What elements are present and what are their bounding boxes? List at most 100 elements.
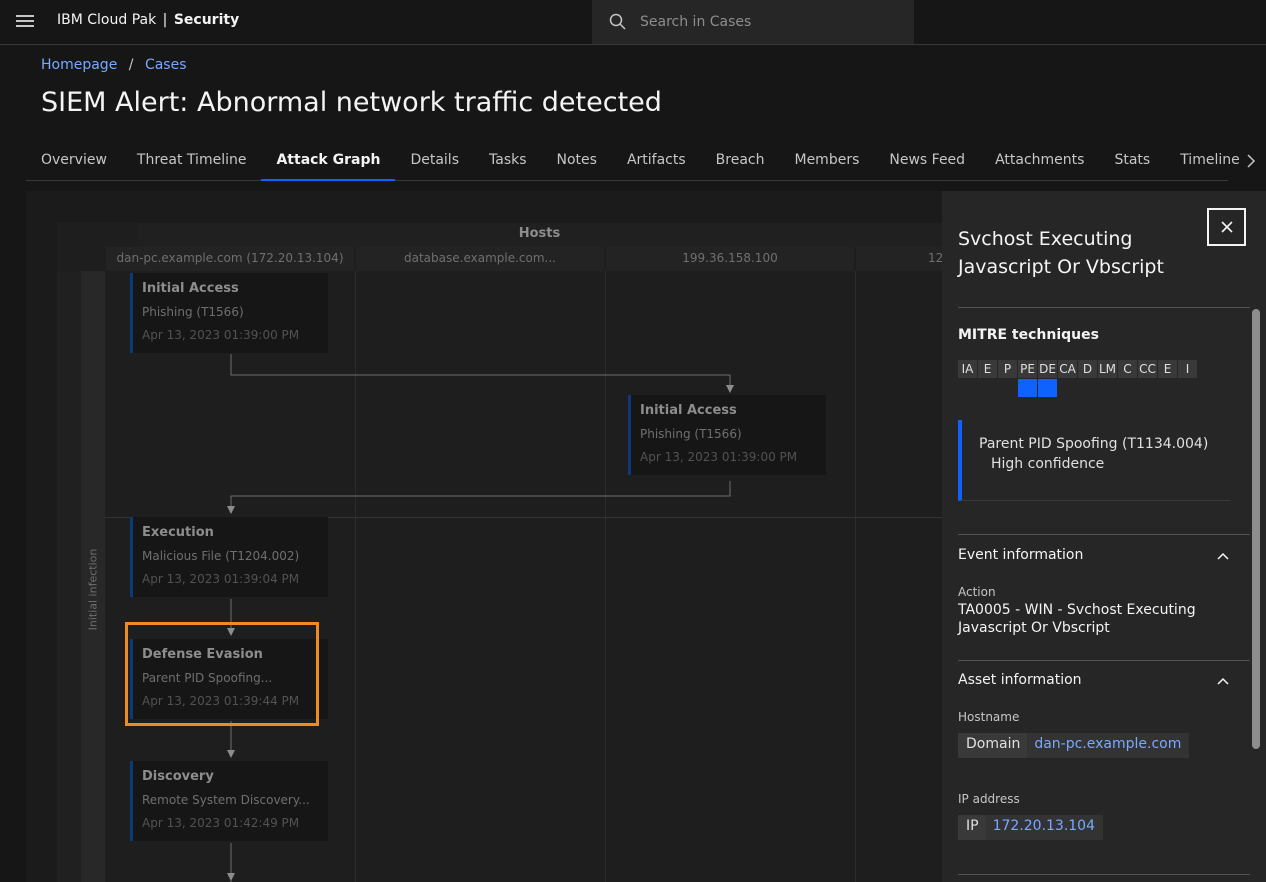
node-time: Apr 13, 2023 01:39:00 PM — [142, 328, 300, 342]
mitre-tactic-indicator — [1098, 379, 1117, 397]
ip-tag: IP 172.20.13.104 — [958, 815, 1104, 840]
app-brand: IBM Cloud Pak | Security — [57, 12, 239, 28]
brand-separator: | — [162, 12, 168, 28]
mitre-tactic: I — [1178, 360, 1198, 397]
ip-link[interactable]: 172.20.13.104 — [985, 815, 1104, 840]
brand-name: IBM Cloud Pak — [57, 12, 157, 28]
action-value: TA0005 - WIN - Svchost Executing Javascr… — [958, 602, 1196, 636]
details-side-panel: Svchost Executing Javascript Or Vbscript… — [942, 191, 1266, 882]
mitre-tactic: CA — [1058, 360, 1078, 397]
mitre-tactic: E — [978, 360, 998, 397]
node-title: Execution — [142, 525, 214, 540]
close-panel-button[interactable] — [1207, 208, 1246, 246]
node-title: Defense Evasion — [142, 647, 263, 662]
action-label: Action — [958, 585, 996, 599]
node-time: Apr 13, 2023 01:39:44 PM — [142, 694, 300, 708]
hostname-tag: Domain dan-pc.example.com — [958, 733, 1190, 758]
mitre-tactic-indicator — [998, 379, 1017, 397]
search-input[interactable] — [638, 10, 898, 34]
event-information-heading: Event information — [958, 547, 1084, 563]
breadcrumb-homepage-link[interactable]: Homepage — [41, 57, 117, 73]
tabs-scroll-right-icon[interactable] — [1236, 146, 1266, 176]
mitre-tactic-indicator — [978, 379, 997, 397]
attack-graph[interactable]: Hosts dan-pc.example.com (172.20.13.104)… — [26, 191, 942, 882]
mitre-tactic: DE — [1038, 360, 1058, 397]
tab-details[interactable]: Details — [395, 146, 474, 181]
mitre-tactic-abbr: CA — [1058, 360, 1077, 378]
tab-bar: Overview Threat Timeline Attack Graph Detai… — [26, 146, 1240, 181]
breadcrumb: Homepage / Cases — [41, 57, 187, 73]
tab-news-feed[interactable]: News Feed — [874, 146, 980, 181]
section-divider — [958, 660, 1250, 661]
mitre-tactic-abbr: I — [1178, 360, 1197, 378]
graph-node-discovery[interactable]: Discovery Remote System Discovery... Apr… — [130, 761, 328, 841]
mitre-tactic: P — [998, 360, 1018, 397]
node-title: Initial Access — [640, 403, 737, 418]
node-technique: Parent PID Spoofing... — [142, 671, 273, 685]
top-header: IBM Cloud Pak | Security — [0, 0, 1266, 45]
mitre-tactic: IA — [958, 360, 978, 397]
asset-information-toggle[interactable]: Asset information — [958, 672, 1250, 688]
mitre-tactic-indicator — [1158, 379, 1177, 397]
chevron-up-icon — [1217, 677, 1229, 685]
mitre-tactic-indicator — [958, 379, 977, 397]
section-divider — [958, 874, 1250, 875]
mitre-tactic-indicator — [1178, 379, 1197, 397]
tab-artifacts[interactable]: Artifacts — [612, 146, 701, 181]
node-time: Apr 13, 2023 01:42:49 PM — [142, 816, 300, 830]
technique-confidence: High confidence — [991, 456, 1105, 472]
product-name: Security — [173, 12, 240, 28]
mitre-tactic-indicator — [1038, 379, 1057, 397]
graph-node-initial-access[interactable]: Initial Access Phishing (T1566) Apr 13, … — [130, 273, 328, 353]
page-title: SIEM Alert: Abnormal network traffic det… — [41, 87, 662, 118]
event-information-toggle[interactable]: Event information — [958, 547, 1250, 563]
mitre-tactic-abbr: P — [998, 360, 1017, 378]
chevron-up-icon — [1217, 552, 1229, 560]
hostname-key: Domain — [958, 733, 1028, 758]
mitre-tactic-abbr: E — [978, 360, 997, 378]
mitre-tactic: E — [1158, 360, 1178, 397]
mitre-tactic-abbr: IA — [958, 360, 977, 378]
tab-stats[interactable]: Stats — [1099, 146, 1165, 181]
close-icon — [1220, 221, 1233, 233]
mitre-tactic: C — [1118, 360, 1138, 397]
mitre-techniques-heading: MITRE techniques — [958, 327, 1099, 343]
panel-divider — [958, 307, 1250, 308]
hostname-link[interactable]: dan-pc.example.com — [1027, 733, 1190, 758]
mitre-tactic-abbr: CC — [1138, 360, 1157, 378]
graph-node-initial-access[interactable]: Initial Access Phishing (T1566) Apr 13, … — [628, 395, 826, 475]
hostname-label: Hostname — [958, 710, 1020, 724]
mitre-tactic-abbr: PE — [1018, 360, 1037, 378]
mitre-tactic-abbr: DE — [1038, 360, 1057, 378]
tab-notes[interactable]: Notes — [542, 146, 612, 181]
panel-scrollbar[interactable] — [1252, 309, 1260, 749]
node-title: Discovery — [142, 769, 214, 784]
hamburger-menu-icon[interactable] — [14, 12, 36, 32]
mitre-tactic: LM — [1098, 360, 1118, 397]
tab-breach[interactable]: Breach — [701, 146, 780, 181]
search-icon — [609, 13, 626, 30]
tab-overview[interactable]: Overview — [26, 146, 122, 181]
asset-information-heading: Asset information — [958, 672, 1082, 688]
tab-tasks[interactable]: Tasks — [474, 146, 542, 181]
tab-members[interactable]: Members — [779, 146, 874, 181]
node-time: Apr 13, 2023 01:39:04 PM — [142, 572, 300, 586]
node-time: Apr 13, 2023 01:39:00 PM — [640, 450, 798, 464]
mitre-tactic-indicator — [1018, 379, 1037, 397]
mitre-tactic-abbr: LM — [1098, 360, 1117, 378]
tab-attachments[interactable]: Attachments — [980, 146, 1099, 181]
technique-card: Parent PID Spoofing (T1134.004) High con… — [958, 420, 1230, 501]
tab-threat-timeline[interactable]: Threat Timeline — [122, 146, 262, 181]
search-bar[interactable] — [592, 0, 914, 45]
tab-attack-graph[interactable]: Attack Graph — [261, 146, 396, 181]
breadcrumb-cases-link[interactable]: Cases — [145, 57, 187, 73]
graph-node-defense-evasion[interactable]: Defense Evasion Parent PID Spoofing... A… — [130, 639, 328, 719]
mitre-tactic: CC — [1138, 360, 1158, 397]
mitre-tactic-indicator — [1078, 379, 1097, 397]
mitre-tactic-indicator — [1118, 379, 1137, 397]
technique-name: Parent PID Spoofing (T1134.004) — [979, 436, 1209, 452]
section-divider — [958, 534, 1250, 535]
ip-address-label: IP address — [958, 792, 1020, 806]
graph-node-execution[interactable]: Execution Malicious File (T1204.002) Apr… — [130, 517, 328, 597]
node-technique: Phishing (T1566) — [640, 427, 742, 441]
